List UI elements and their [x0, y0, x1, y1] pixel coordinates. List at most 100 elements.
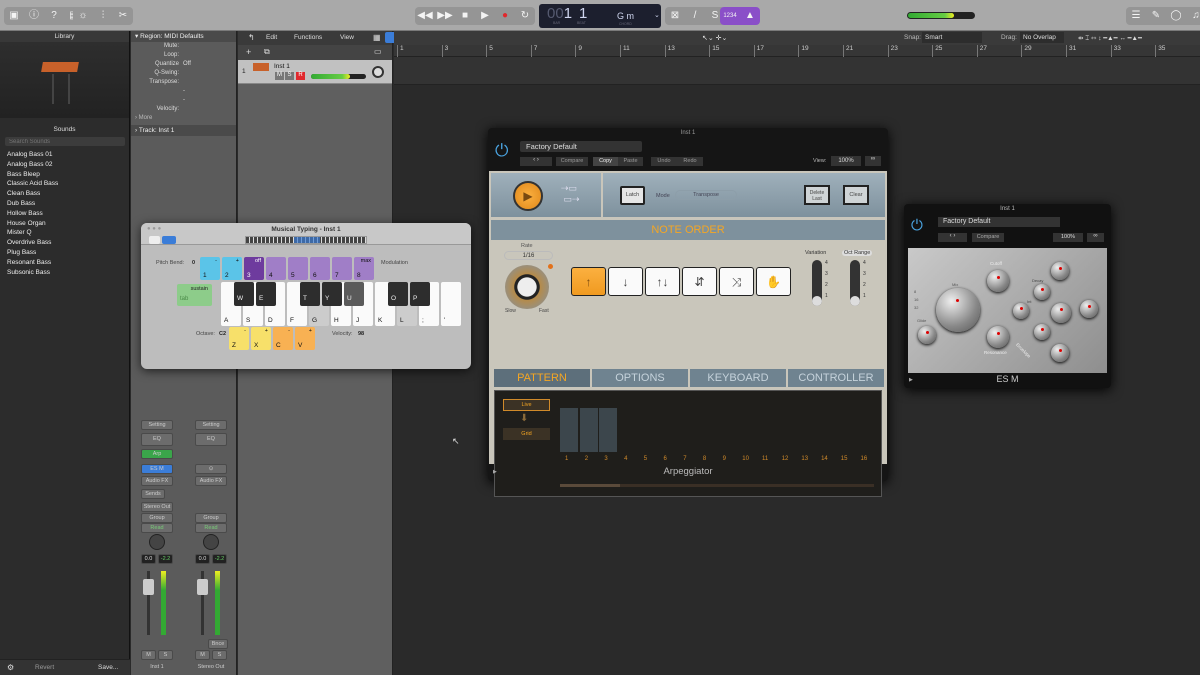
step-number[interactable]: 9	[723, 456, 726, 462]
step-bar[interactable]	[560, 408, 578, 452]
step-number[interactable]: 11	[762, 456, 768, 462]
count-in-button[interactable]: 1234	[720, 7, 740, 25]
glide-knob[interactable]	[918, 326, 936, 344]
strip-setting-slot[interactable]: Setting	[195, 420, 227, 430]
quick-help-icon[interactable]: ?	[44, 7, 64, 25]
step-number[interactable]: 8	[703, 456, 706, 462]
step-number[interactable]: 14	[821, 456, 828, 462]
copy-button[interactable]: Copy	[593, 157, 618, 166]
envelope-knob[interactable]	[1051, 303, 1071, 323]
black-key[interactable]: W	[234, 282, 254, 306]
param-value[interactable]: -	[183, 88, 185, 94]
track-row[interactable]: 1 Inst 1 M S R	[238, 60, 392, 84]
cutoff-knob[interactable]	[987, 270, 1009, 292]
zoom-controls-icon[interactable]: ⇹ ⌶ ⇿ ↕ ━▲━ ↔ ━▲━	[1078, 34, 1142, 43]
esm-link-icon[interactable]: ∞	[1087, 233, 1104, 242]
param-value[interactable]: -	[183, 97, 185, 103]
pattern-length-bar[interactable]	[560, 484, 874, 487]
library-icon[interactable]: ▣	[4, 7, 24, 25]
octave-key-Z[interactable]: -Z	[229, 327, 249, 350]
octave-switch[interactable]: 8 16 32	[914, 288, 918, 312]
bounce-button[interactable]: Bnce	[208, 639, 228, 649]
compare-button[interactable]: Compare	[556, 157, 588, 166]
strip-group-slot[interactable]: Group	[141, 513, 173, 523]
save-button[interactable]: Save...	[98, 664, 118, 671]
strip-automation-slot[interactable]: Read	[141, 523, 173, 533]
strip-instrument-slot[interactable]: ES M	[141, 464, 173, 474]
sound-item[interactable]: Bass Bleep	[0, 170, 129, 180]
typing-mode-button[interactable]	[162, 236, 176, 244]
tuner-icon[interactable]: /	[685, 7, 705, 25]
tab-controller[interactable]: CONTROLLER	[788, 369, 884, 387]
sound-item[interactable]: Hollow Bass	[0, 209, 129, 219]
loop-browser-icon[interactable]: ◯	[1166, 7, 1186, 25]
track-volume-slider[interactable]	[311, 74, 366, 79]
strip-audio-fx-slot[interactable]: Audio FX	[141, 476, 173, 486]
step-number[interactable]: 10	[742, 456, 749, 462]
view-zoom-select[interactable]: 100%	[831, 156, 861, 166]
step-bar[interactable]	[599, 408, 618, 452]
grid-button[interactable]: Grid	[503, 428, 550, 440]
step-number[interactable]: 15	[841, 456, 848, 462]
note-order-button[interactable]: ↓	[608, 267, 643, 296]
step-number[interactable]: 1	[565, 456, 568, 462]
octave-key-X[interactable]: + X	[251, 327, 271, 350]
black-key[interactable]: O	[388, 282, 408, 306]
esm-power-icon[interactable]: ⏻	[911, 217, 923, 234]
strip-solo-button[interactable]: S	[158, 650, 173, 660]
resonance-knob[interactable]	[987, 326, 1009, 348]
track-record-button[interactable]: R	[296, 72, 305, 80]
strip-midi-fx-slot[interactable]: Arp	[141, 449, 173, 459]
rate-sync-led[interactable]	[548, 264, 553, 269]
strip-automation-slot[interactable]: Read	[195, 523, 227, 533]
number-key-4[interactable]: 4	[266, 257, 286, 280]
stop-icon[interactable]: ■	[455, 7, 475, 25]
sound-item[interactable]: Clean Bass	[0, 189, 129, 199]
region-param-row[interactable]: -	[131, 96, 236, 105]
number-key-8[interactable]: max 8	[354, 257, 374, 280]
strip-output-slot[interactable]: Stereo Out	[141, 502, 173, 512]
black-key[interactable]: P	[410, 282, 430, 306]
pan-knob[interactable]	[149, 534, 165, 550]
tab-options[interactable]: OPTIONS	[592, 369, 688, 387]
inspector-icon[interactable]: ⓘ	[24, 7, 44, 25]
strip-audio-fx-slot[interactable]: Audio FX	[195, 476, 227, 486]
black-key[interactable]: U	[344, 282, 364, 306]
strip-instrument-slot[interactable]: ⊙	[195, 464, 227, 474]
strip-sends-slot[interactable]: Sends	[141, 489, 165, 499]
duplicate-track-icon[interactable]: ⧉	[264, 47, 270, 57]
rewind-icon[interactable]: ◀◀	[415, 7, 435, 25]
region-param-row[interactable]: Quantize Off	[131, 60, 236, 69]
mode-select[interactable]: Transpose	[675, 190, 737, 200]
mix-knob[interactable]	[936, 288, 980, 332]
view-menu[interactable]: View	[340, 34, 354, 41]
note-order-button[interactable]: ↑	[571, 267, 606, 296]
keyboard-range-selector[interactable]	[245, 236, 367, 244]
ruler[interactable]: 1 3 5 7 9 11 13 15 17 19 21 23 25 27 29 31 33 35	[394, 45, 1200, 57]
replace-icon[interactable]: ⊠	[665, 7, 685, 25]
paste-button[interactable]: Paste	[618, 157, 643, 166]
strip-mute-button[interactable]: M	[141, 650, 156, 660]
strip-eq-slot[interactable]: EQ	[141, 433, 173, 446]
region-param-row[interactable]: Q-Swing:	[131, 69, 236, 78]
step-number[interactable]: 16	[861, 456, 868, 462]
step-number[interactable]: 13	[801, 456, 808, 462]
edit-menu[interactable]: Edit	[266, 34, 277, 41]
sustain-key[interactable]: sustain tab	[177, 284, 212, 306]
arp-play-button[interactable]: ▶	[513, 181, 543, 211]
esm-prev-next[interactable]: ‹ ›	[938, 233, 967, 242]
gear-icon[interactable]: ⚙	[7, 663, 14, 672]
editors-icon[interactable]: ✂	[113, 7, 133, 25]
param-value[interactable]: Off	[183, 61, 191, 67]
strip-group-slot[interactable]: Group	[195, 513, 227, 523]
step-number[interactable]: 12	[782, 456, 789, 462]
esm-compare-button[interactable]: Compare	[972, 233, 1004, 242]
revert-button[interactable]: Revert	[35, 664, 54, 671]
number-key-2[interactable]: +2	[222, 257, 242, 280]
sound-item[interactable]: Classic Acid Bass	[0, 179, 129, 189]
strip-solo-button[interactable]: S	[212, 650, 227, 660]
latch-button[interactable]: Latch	[620, 186, 645, 205]
add-track-icon[interactable]: +	[246, 47, 251, 57]
velocity-key-V[interactable]: + V	[295, 327, 315, 350]
strip-mute-button[interactable]: M	[195, 650, 210, 660]
